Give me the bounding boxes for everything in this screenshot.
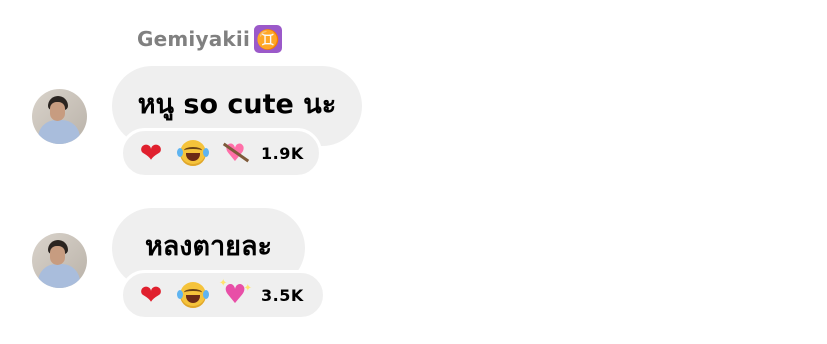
reaction-bar[interactable]: ❤ ♥ ✦ ✦ 3.5K — [120, 270, 326, 320]
reaction-count: 3.5K — [261, 285, 304, 305]
sender-name[interactable]: Gemiyakii — [137, 27, 250, 51]
reaction-bar[interactable]: ❤ ♥ 1.9K — [120, 128, 322, 178]
message-text: หลงตายละ — [144, 230, 273, 262]
message-text: หนู so cute นะ — [137, 88, 337, 120]
sparkling-heart-icon: ♥ ✦ ✦ — [219, 278, 252, 310]
sender-header: Gemiyakii ♊ — [137, 22, 283, 56]
avatar[interactable] — [32, 89, 87, 144]
tears-of-joy-icon — [177, 139, 209, 167]
avatar[interactable] — [32, 233, 87, 288]
heart-with-arrow-icon: ♥ — [221, 139, 250, 167]
red-heart-icon: ❤ — [139, 137, 163, 169]
gemini-zodiac-icon: ♊ — [254, 25, 283, 53]
red-heart-icon: ❤ — [139, 279, 163, 311]
reaction-count: 1.9K — [261, 143, 304, 163]
tears-of-joy-icon — [177, 281, 209, 309]
